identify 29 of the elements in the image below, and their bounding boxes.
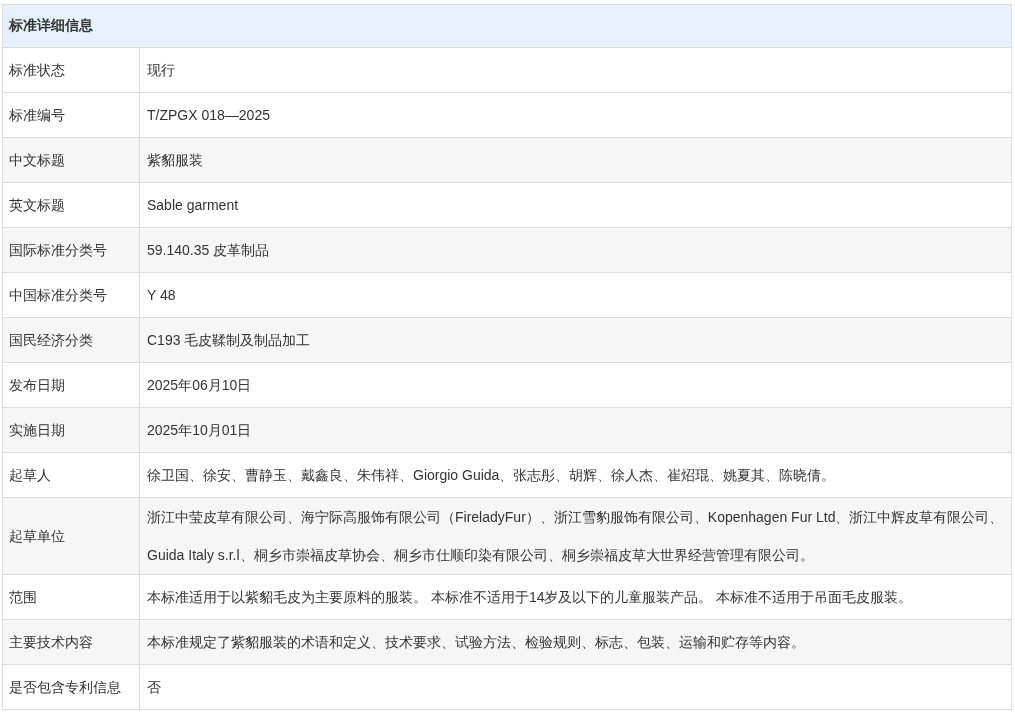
field-label: 实施日期 (2, 407, 140, 453)
field-value: T/ZPGX 018—2025 (139, 92, 1012, 138)
field-label: 主要技术内容 (2, 619, 140, 665)
field-value: 现行 (139, 47, 1012, 93)
field-value: C193 毛皮鞣制及制品加工 (139, 317, 1012, 363)
field-value: 本标准适用于以紫貂毛皮为主要原料的服装。 本标准不适用于14岁及以下的儿童服装产品。 本标准不适用于吊面毛皮服装。 (139, 574, 1012, 620)
field-value: 2025年10月01日 (139, 407, 1012, 453)
field-label: 英文标题 (2, 182, 140, 228)
field-label: 中国标准分类号 (2, 272, 140, 318)
field-label: 是否包含专利信息 (2, 664, 140, 710)
field-label: 起草单位 (2, 497, 140, 575)
field-label: 标准状态 (2, 47, 140, 93)
field-label: 范围 (2, 574, 140, 620)
field-value: Sable garment (139, 182, 1012, 228)
field-label: 起草人 (2, 452, 140, 498)
field-value: 徐卫国、徐安、曹静玉、戴鑫良、朱伟祥、Giorgio Guida、张志彤、胡辉、徐人杰、崔炤琨、姚夏其、陈晓倩。 (139, 452, 1012, 498)
table-title: 标准详细信息 (2, 4, 1012, 48)
field-label: 国民经济分类 (2, 317, 140, 363)
field-value: 2025年06月10日 (139, 362, 1012, 408)
field-label: 中文标题 (2, 137, 140, 183)
field-value: 否 (139, 664, 1012, 710)
field-label: 国际标准分类号 (2, 227, 140, 273)
field-label: 发布日期 (2, 362, 140, 408)
field-label: 标准编号 (2, 92, 140, 138)
field-value: 紫貂服装 (139, 137, 1012, 183)
field-value: Y 48 (139, 272, 1012, 318)
field-value: 本标准规定了紫貂服装的术语和定义、技术要求、试验方法、检验规则、标志、包装、运输和贮存等内容。 (139, 619, 1012, 665)
field-value: 浙江中莹皮草有限公司、海宁际高服饰有限公司（FireladyFur）、浙江雪豹服饰有限公司、Kopenhagen Fur Ltd、浙江中辉皮草有限公司、Guida Italy s.r.l、桐乡市崇福皮草协会、桐乡市仕顺印染有限公司、桐乡崇福皮草大世界经营管理有限公司。 (139, 497, 1012, 575)
field-value: 59.140.35 皮革制品 (139, 227, 1012, 273)
